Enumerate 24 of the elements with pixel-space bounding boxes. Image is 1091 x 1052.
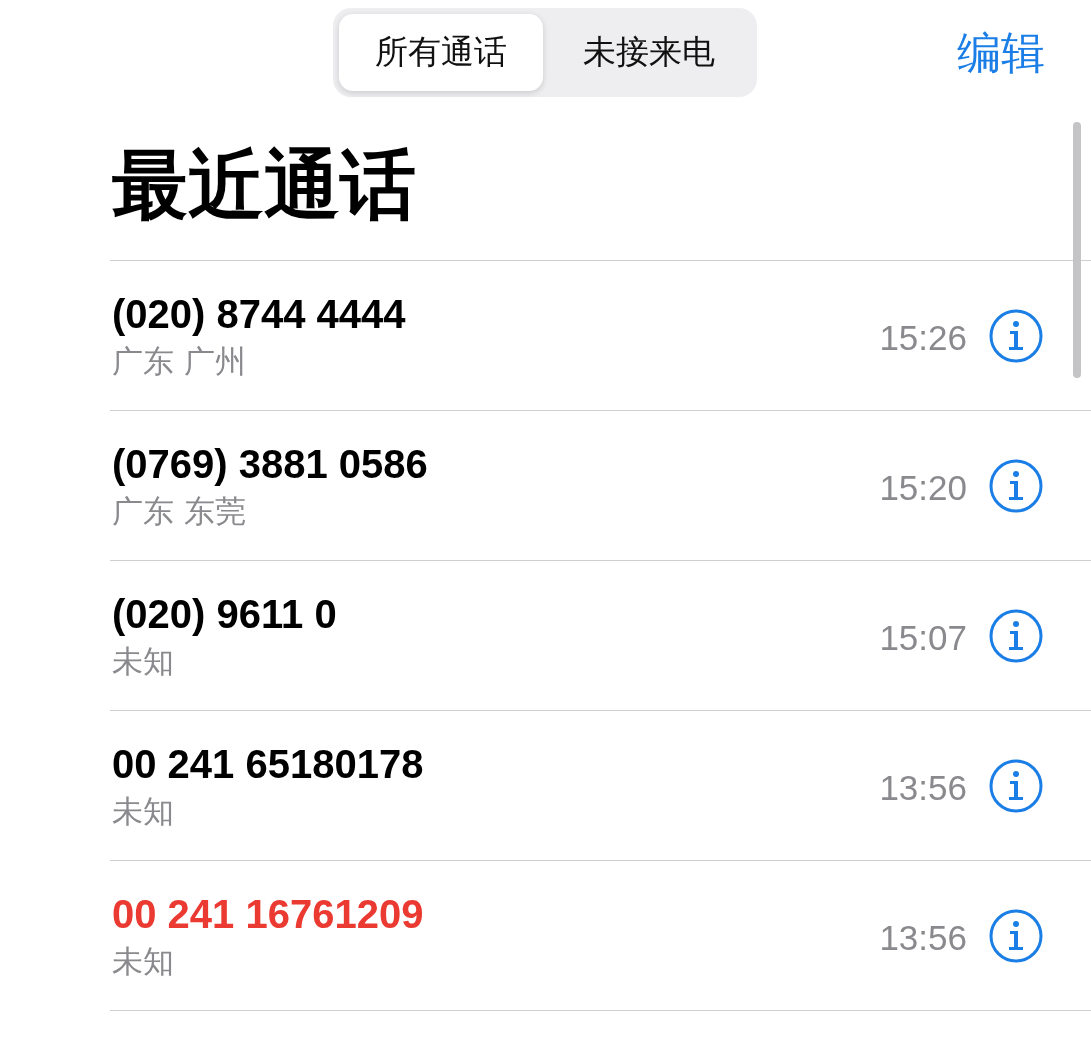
info-icon[interactable] — [989, 908, 1043, 963]
caller-location: 未知 — [112, 641, 175, 681]
call-time: 15:20 — [879, 467, 967, 508]
phone-number: (020) 9611 0 — [112, 590, 338, 638]
page-title: 最近通话 — [112, 139, 416, 231]
edit-button[interactable]: 编辑 — [957, 24, 1045, 83]
phone-number: 00 241 16761209 — [112, 890, 425, 938]
phone-number: (020) 8744 4444 — [112, 290, 407, 338]
info-icon[interactable] — [989, 758, 1043, 813]
caller-location: 广东 广州 — [112, 341, 247, 381]
info-icon[interactable] — [989, 458, 1043, 513]
call-time: 13:56 — [879, 767, 967, 808]
call-time: 15:26 — [879, 317, 967, 358]
caller-location: 未知 — [112, 791, 175, 831]
phone-number: (0769) 3881 0586 — [112, 440, 429, 488]
call-time: 15:07 — [879, 617, 967, 658]
caller-location: 未知 — [112, 941, 175, 981]
info-icon[interactable] — [989, 308, 1043, 363]
call-time: 13:56 — [879, 917, 967, 958]
caller-location: 广东 东莞 — [112, 491, 247, 531]
info-icon[interactable] — [989, 608, 1043, 663]
segment-tab[interactable]: 所有通话 — [339, 14, 543, 91]
segment-tab[interactable]: 未接来电 — [547, 14, 751, 91]
phone-number: 00 241 65180178 — [112, 740, 425, 788]
